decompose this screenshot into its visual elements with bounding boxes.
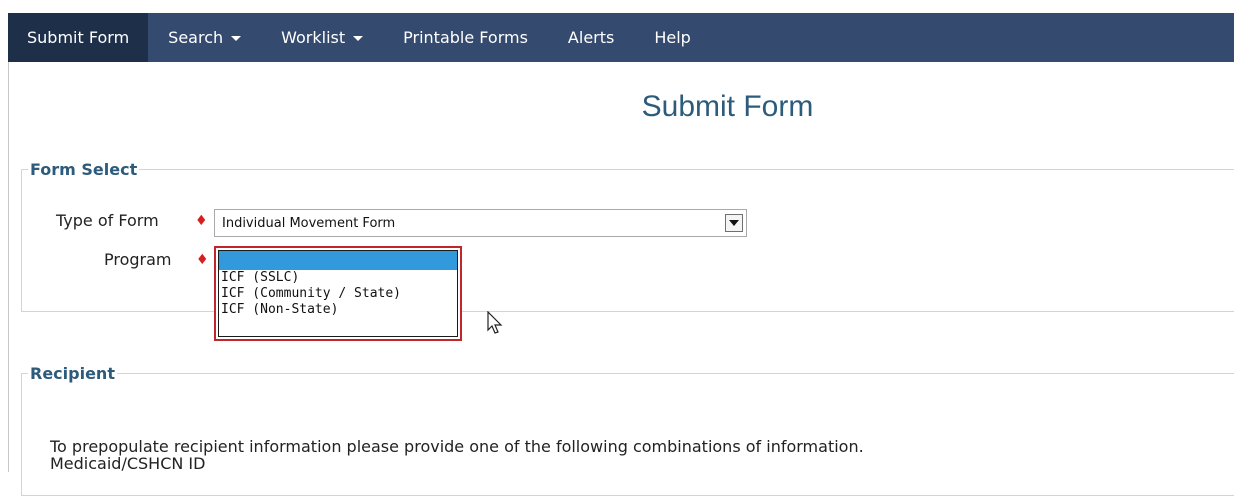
type-of-form-label: Type of Form: [56, 211, 159, 230]
program-option-icf-sslc[interactable]: ICF (SSLC): [219, 270, 457, 286]
nav-search-label: Search: [168, 28, 224, 47]
caret-down-icon: [231, 36, 242, 41]
nav-printable-forms-label: Printable Forms: [403, 28, 528, 47]
program-label: Program: [104, 250, 172, 269]
chevron-down-icon: [729, 220, 739, 226]
nav-alerts[interactable]: Alerts: [548, 13, 634, 62]
type-of-form-value: Individual Movement Form: [222, 216, 396, 231]
nav-alerts-label: Alerts: [567, 28, 615, 47]
nav-submit-form[interactable]: Submit Form: [8, 13, 149, 62]
program-listbox-focus-ring: ICF (SSLC) ICF (Community / State) ICF (…: [214, 246, 462, 341]
caret-down-icon: [353, 36, 364, 41]
nav-search[interactable]: Search: [148, 13, 261, 62]
recipient-legend: Recipient: [30, 364, 115, 383]
nav-help-label: Help: [654, 28, 691, 47]
form-select-legend: Form Select: [30, 160, 138, 179]
program-option-icf-community-state[interactable]: ICF (Community / State): [219, 286, 457, 302]
program-listbox[interactable]: ICF (SSLC) ICF (Community / State) ICF (…: [218, 250, 458, 337]
top-nav-bar: Submit Form Search Worklist Printable Fo…: [8, 13, 1234, 62]
required-marker: ♦: [196, 252, 209, 268]
page-title: Submit Form: [641, 90, 814, 123]
type-of-form-select[interactable]: Individual Movement Form: [214, 209, 747, 237]
recipient-combo-medicaid-id: Medicaid/CSHCN ID: [50, 454, 206, 473]
program-option-icf-non-state[interactable]: ICF (Non-State): [219, 302, 457, 318]
nav-worklist[interactable]: Worklist: [261, 13, 383, 62]
program-option-blank[interactable]: [219, 251, 457, 270]
nav-printable-forms[interactable]: Printable Forms: [383, 13, 548, 62]
dropdown-button[interactable]: [725, 214, 743, 232]
nav-worklist-label: Worklist: [281, 28, 346, 47]
recipient-section: Recipient: [21, 364, 1234, 496]
nav-submit-form-label: Submit Form: [27, 28, 130, 47]
required-marker: ♦: [195, 213, 208, 229]
mouse-pointer-icon: [487, 311, 503, 334]
nav-help[interactable]: Help: [634, 13, 710, 62]
